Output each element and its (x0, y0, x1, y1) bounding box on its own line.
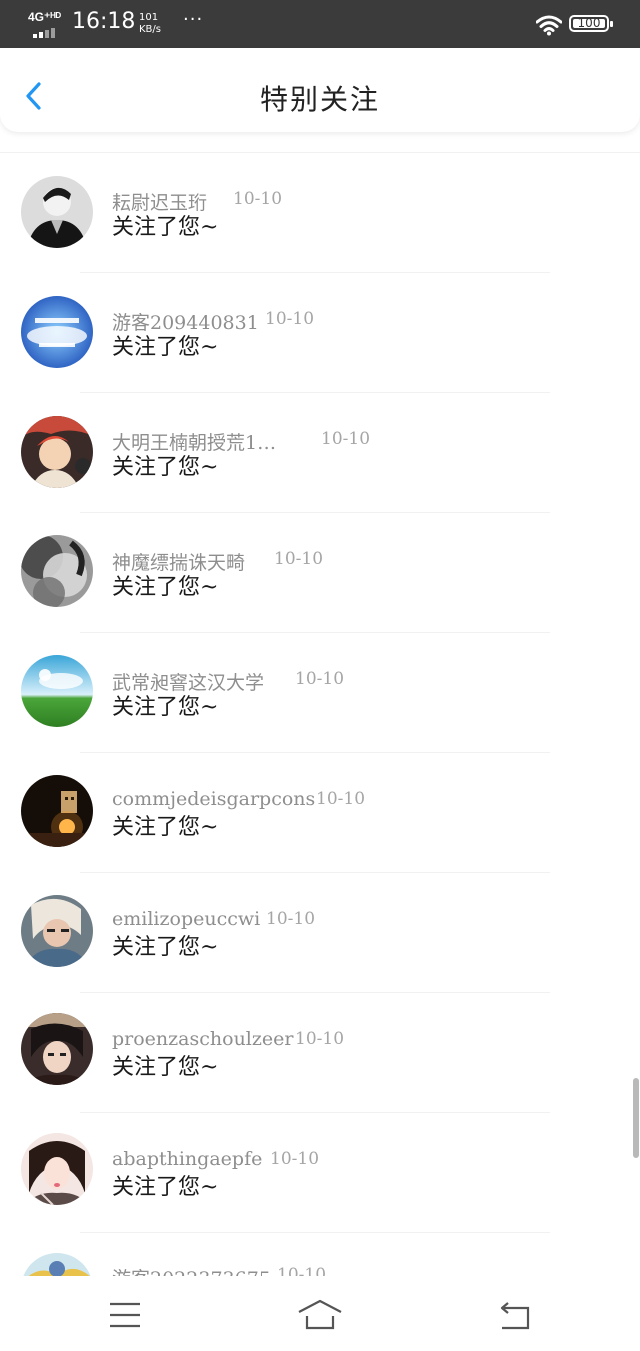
action-text: 关注了您~ (112, 335, 219, 360)
speed-value: 101 (139, 12, 159, 23)
action-text: 关注了您~ (112, 815, 219, 840)
avatar[interactable] (21, 895, 93, 967)
action-text: 关注了您~ (112, 935, 219, 960)
list-item[interactable]: 武常昶窨这汉大学 10-10 关注了您~ (0, 633, 640, 752)
list-item[interactable]: emilizopeuccwi 10-10 关注了您~ (0, 873, 640, 992)
avatar[interactable] (21, 775, 93, 847)
network-speed: 101 KB/s (139, 12, 161, 36)
list-item[interactable]: proenzaschoulzeer 10-10 关注了您~ (0, 993, 640, 1112)
avatar[interactable] (21, 1253, 93, 1277)
follow-date: 10-10 (265, 309, 315, 329)
username: proenzaschoulzeer (112, 1028, 294, 1050)
follow-date: 10-10 (321, 429, 371, 449)
status-bar: 4G⁺ᴴᴰ 16:18 101 KB/s ··· 100 (0, 0, 640, 48)
avatar[interactable] (21, 176, 93, 248)
clock: 16:18 (72, 9, 136, 34)
action-text: 关注了您~ (112, 575, 219, 600)
app-header: 特别关注 (0, 48, 640, 132)
list-item[interactable]: abapthingaepfe 10-10 关注了您~ (0, 1113, 640, 1232)
action-text: 关注了您~ (112, 1175, 219, 1200)
avatar[interactable] (21, 1133, 93, 1205)
list-item[interactable]: commjedeisgarpcons 10-10 关注了您~ (0, 753, 640, 872)
follow-date: 10-10 (266, 909, 316, 929)
signal-icon (33, 28, 55, 38)
list-item[interactable]: 游客2022373675 10-10 (0, 1233, 640, 1277)
list-item[interactable]: 游客209440831 10-10 关注了您~ (0, 273, 640, 392)
network-indicator: 4G⁺ᴴᴰ (28, 10, 62, 24)
follow-date: 10-10 (295, 1029, 345, 1049)
back-icon[interactable] (490, 1298, 540, 1332)
avatar[interactable] (21, 1013, 93, 1085)
username: commjedeisgarpcons (112, 788, 316, 810)
follow-date: 10-10 (270, 1149, 320, 1169)
follow-date: 10-10 (295, 669, 345, 689)
list-item[interactable]: 神魔缥揣诛天畸 10-10 关注了您~ (0, 513, 640, 632)
avatar[interactable] (21, 416, 93, 488)
action-text: 关注了您~ (112, 455, 219, 480)
avatar[interactable] (21, 535, 93, 607)
home-icon[interactable] (295, 1298, 345, 1332)
avatar[interactable] (21, 655, 93, 727)
list-item[interactable]: 耘尉迟玉珩 10-10 关注了您~ (0, 153, 640, 272)
avatar[interactable] (21, 296, 93, 368)
battery-icon: 100 (569, 15, 609, 32)
follower-list: 耘尉迟玉珩 10-10 关注了您~ 游客209440831 10-10 关注了您… (0, 152, 640, 1277)
page-title: 特别关注 (259, 83, 380, 116)
menu-icon[interactable] (100, 1298, 150, 1332)
action-text: 关注了您~ (112, 1055, 219, 1080)
follow-date: 10-10 (233, 189, 283, 209)
speed-unit: KB/s (139, 24, 161, 35)
follow-date: 10-10 (274, 549, 324, 569)
username: emilizopeuccwi (112, 908, 261, 930)
list-item[interactable]: 大明王楠朝授荒1… 10-10 关注了您~ (0, 393, 640, 512)
scrollbar[interactable] (633, 1078, 639, 1158)
battery-level: 100 (577, 16, 601, 30)
wifi-icon (536, 15, 562, 36)
bottom-navigation-bar (0, 1276, 640, 1351)
username: abapthingaepfe (112, 1148, 263, 1170)
action-text: 关注了您~ (112, 215, 219, 240)
action-text: 关注了您~ (112, 695, 219, 720)
follow-date: 10-10 (316, 789, 366, 809)
more-notifications-icon: ··· (183, 9, 204, 30)
